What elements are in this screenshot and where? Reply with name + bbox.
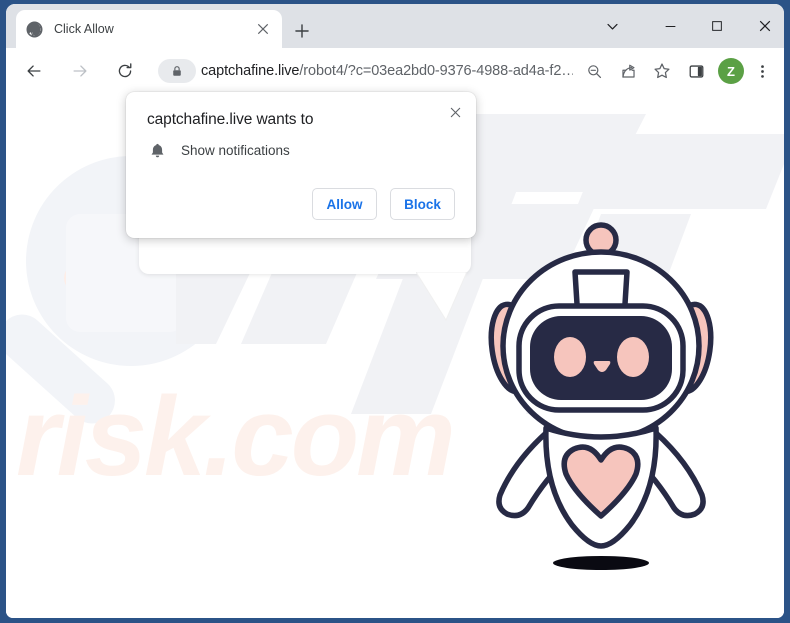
bell-icon [147, 140, 167, 160]
side-panel-icon[interactable] [681, 56, 711, 86]
new-tab-button[interactable] [289, 18, 315, 44]
browser-toolbar: captchafine.live/robot4/?c=03ea2bd0-9376… [6, 48, 784, 94]
tab-close-icon[interactable] [253, 20, 272, 39]
bookmark-star-icon[interactable] [647, 56, 677, 86]
zoom-out-icon[interactable] [579, 56, 609, 86]
dialog-title: captchafine.live wants to [147, 111, 314, 128]
url-path: /robot4/?c=03ea2bd0-9376-4988-ad4a-f2… [299, 63, 573, 79]
tab-title: Click Allow [54, 22, 114, 36]
permission-row: Show notifications [147, 140, 290, 160]
lock-icon[interactable] [158, 59, 196, 83]
risk-watermark-text: risk.com [16, 374, 456, 499]
minimize-button[interactable] [650, 8, 691, 44]
browser-tab[interactable]: Click Allow [16, 10, 282, 48]
notification-permission-dialog: captchafine.live wants to Show notificat… [126, 92, 476, 238]
block-button[interactable]: Block [390, 188, 455, 220]
three-dot-menu-icon[interactable] [749, 56, 775, 86]
desktop-background: Click Allow captchafine.live/robot4/?c=0… [0, 0, 790, 623]
address-bar[interactable]: captchafine.live/robot4/?c=03ea2bd0-9376… [158, 56, 573, 86]
browser-window: Click Allow captchafine.live/robot4/?c=0… [6, 4, 784, 618]
speech-bubble-tail [415, 271, 468, 322]
tab-search-button[interactable] [592, 8, 633, 44]
reload-button[interactable] [110, 56, 140, 86]
permission-label: Show notifications [181, 142, 290, 158]
profile-avatar[interactable]: Z [718, 58, 744, 84]
robot-mascot-illustration [478, 220, 724, 580]
globe-icon [26, 21, 43, 38]
allow-button[interactable]: Allow [312, 188, 377, 220]
close-window-button[interactable] [744, 8, 784, 44]
share-icon[interactable] [613, 56, 643, 86]
url-domain: captchafine.live [201, 63, 300, 79]
maximize-button[interactable] [696, 8, 737, 44]
url-text: captchafine.live/robot4/?c=03ea2bd0-9376… [201, 63, 573, 79]
back-button[interactable] [19, 56, 49, 86]
forward-button [65, 56, 95, 86]
tab-strip: Click Allow [6, 4, 784, 48]
dialog-close-icon[interactable] [442, 99, 468, 125]
